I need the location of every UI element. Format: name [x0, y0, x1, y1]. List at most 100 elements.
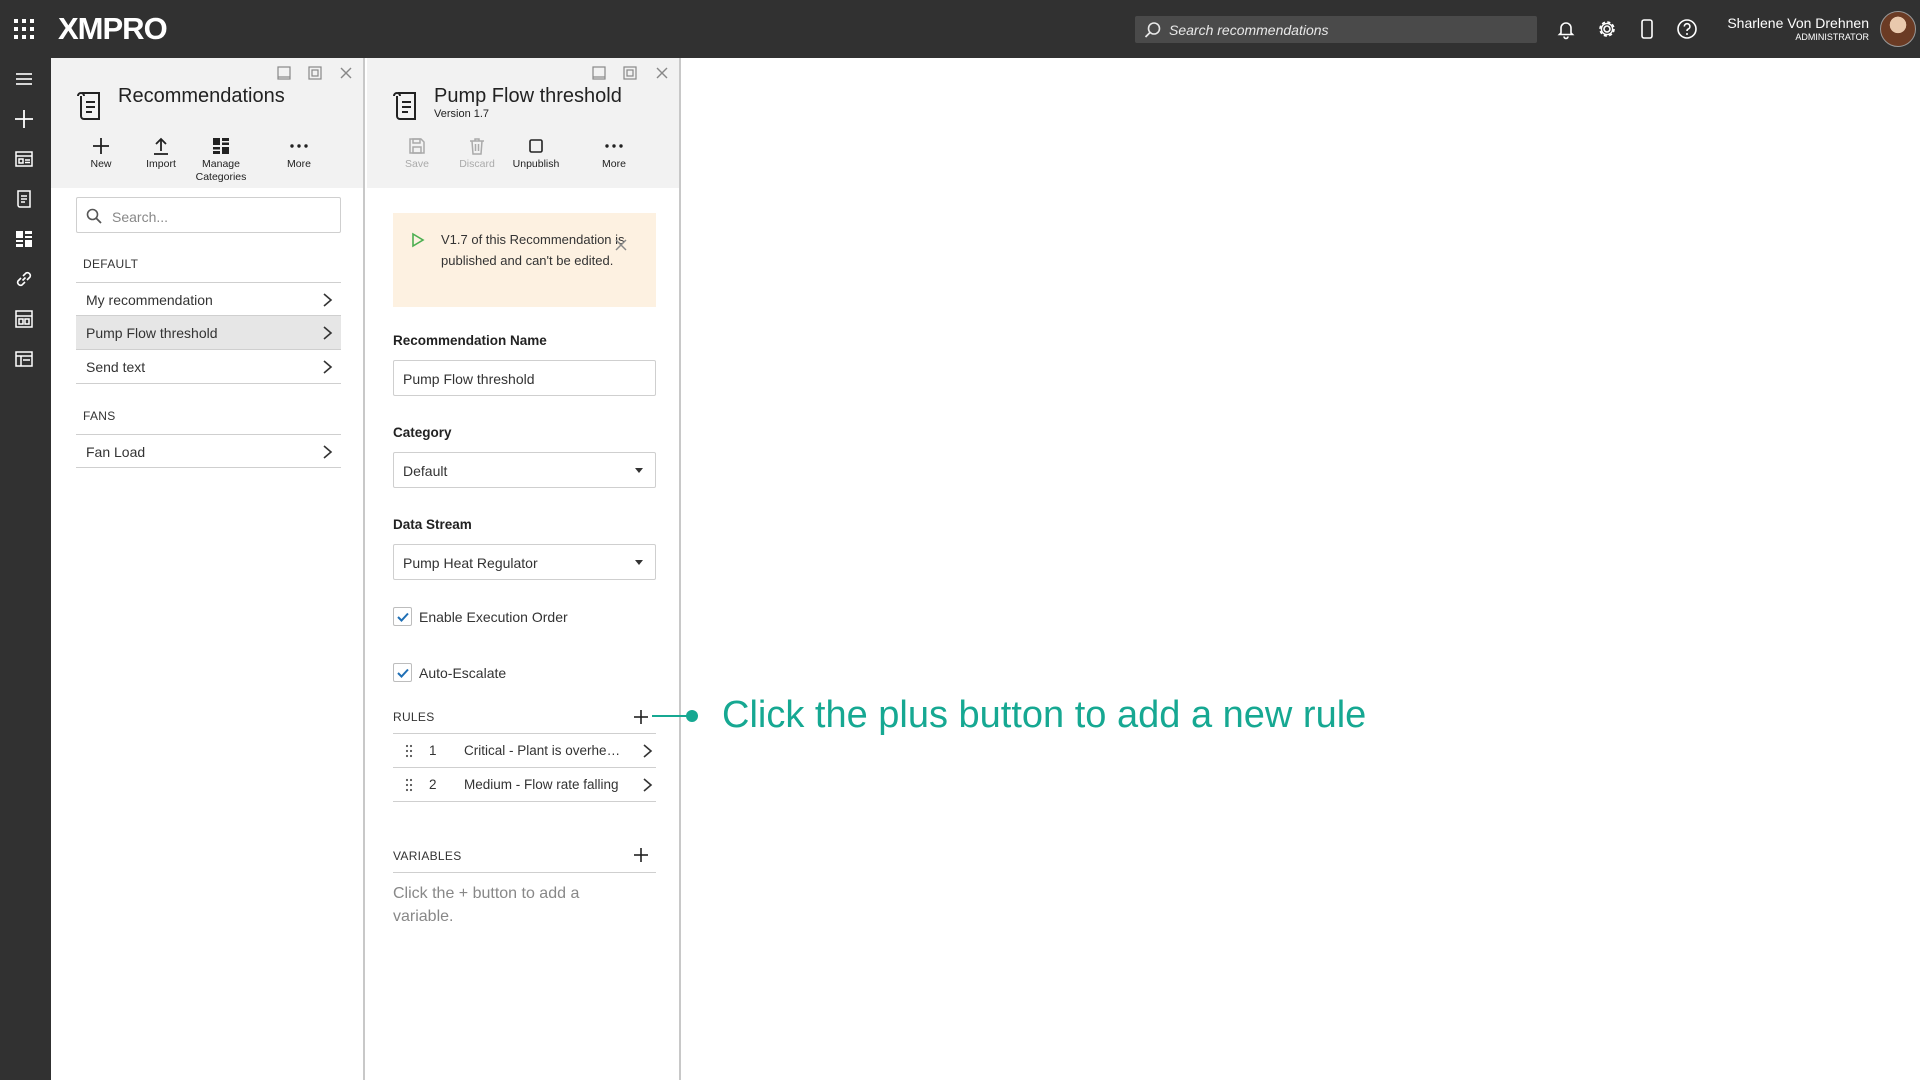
- manage-categories-button[interactable]: Manage Categories: [189, 136, 253, 184]
- minimize-icon[interactable]: [592, 66, 606, 80]
- recommendation-icon: [393, 92, 416, 120]
- import-label: Import: [146, 158, 176, 170]
- user-role: ADMINISTRATOR: [1795, 32, 1869, 42]
- close-icon[interactable]: [614, 238, 628, 252]
- variables-divider: [393, 872, 656, 873]
- drag-handle-icon[interactable]: [405, 744, 413, 758]
- menu-icon[interactable]: [13, 68, 35, 90]
- category-label: Category: [393, 425, 452, 440]
- recommendation-name-field[interactable]: Pump Flow threshold: [393, 360, 656, 396]
- unpublish-icon: [529, 139, 543, 153]
- avatar[interactable]: [1880, 11, 1916, 47]
- gear-icon[interactable]: [1596, 18, 1618, 40]
- global-search-placeholder: Search recommendations: [1169, 22, 1329, 38]
- chevron-right-icon: [323, 445, 333, 459]
- discard-label: Discard: [459, 158, 495, 170]
- dropdown-caret-icon: [635, 468, 643, 473]
- enable-execution-order-label: Enable Execution Order: [419, 609, 568, 625]
- checkmark-icon: [397, 612, 409, 622]
- category-value: Default: [403, 463, 448, 479]
- recommendation-name-value: Pump Flow threshold: [403, 371, 535, 387]
- list-item-label: Send text: [86, 359, 146, 375]
- list-item-label: Fan Load: [86, 444, 146, 460]
- search-placeholder: Search...: [112, 209, 169, 225]
- unpublish-label: Unpublish: [512, 158, 560, 170]
- left-nav-rail: X: [0, 58, 51, 1080]
- rules-section-label: RULES: [393, 710, 435, 724]
- drag-handle-icon[interactable]: [405, 778, 413, 792]
- recommendation-name-label: Recommendation Name: [393, 333, 547, 348]
- xmpro-logo[interactable]: XMPRO: [58, 12, 168, 46]
- data-stream-value: Pump Heat Regulator: [403, 555, 538, 571]
- list-item[interactable]: Pump Flow threshold: [76, 316, 341, 350]
- enable-execution-order-checkbox[interactable]: [393, 607, 412, 626]
- top-bar: XMPRO Search recommendations Sharlene Vo…: [0, 0, 1920, 58]
- link-icon[interactable]: [13, 268, 35, 290]
- panel-title: Pump Flow threshold: [434, 85, 622, 107]
- list-item[interactable]: Fan Load: [76, 434, 341, 468]
- search-icon: [86, 208, 102, 224]
- dashboard-icon[interactable]: [13, 228, 35, 250]
- panel-title: Recommendations: [118, 85, 285, 107]
- templates-icon[interactable]: [13, 348, 35, 370]
- more-button[interactable]: More: [582, 136, 646, 171]
- recommendations-search-input[interactable]: Search...: [76, 197, 341, 233]
- add-rule-button[interactable]: [632, 708, 650, 726]
- new-button[interactable]: New: [69, 136, 133, 171]
- manage-categories-label: Manage Categories: [195, 158, 247, 183]
- user-name[interactable]: Sharlene Von Drehnen: [1727, 15, 1869, 31]
- panel-header: Pump Flow threshold Version 1.7 Save Dis…: [367, 58, 679, 188]
- list-item[interactable]: Send text: [76, 350, 341, 384]
- global-search-input[interactable]: Search recommendations: [1135, 16, 1537, 43]
- new-label: New: [90, 158, 112, 170]
- data-stream-select[interactable]: Pump Heat Regulator: [393, 544, 656, 580]
- discard-button[interactable]: Discard: [445, 136, 509, 171]
- help-icon[interactable]: [1676, 18, 1698, 40]
- rule-label: Medium - Flow rate falling: [464, 777, 619, 792]
- close-icon[interactable]: [339, 66, 353, 80]
- bell-icon[interactable]: [1555, 18, 1577, 40]
- save-icon: [409, 138, 425, 154]
- more-button[interactable]: More: [267, 136, 331, 171]
- published-warning-banner: V1.7 of this Recommendation is published…: [393, 213, 656, 307]
- maximize-icon[interactable]: [308, 66, 322, 80]
- app-designer-icon[interactable]: [13, 148, 35, 170]
- maximize-icon[interactable]: [623, 66, 637, 80]
- rule-row[interactable]: 2 Medium - Flow rate falling: [393, 768, 656, 802]
- list-item-label: My recommendation: [86, 292, 213, 308]
- group-label-default: DEFAULT: [83, 257, 139, 271]
- add-variable-button[interactable]: [632, 846, 650, 864]
- save-button[interactable]: Save: [385, 136, 449, 171]
- upload-icon: [154, 137, 168, 155]
- add-icon[interactable]: [13, 108, 35, 130]
- category-select[interactable]: Default: [393, 452, 656, 488]
- list-item[interactable]: My recommendation: [76, 282, 341, 316]
- close-icon[interactable]: [655, 66, 669, 80]
- mobile-device-icon[interactable]: [1636, 18, 1658, 40]
- data-streams-icon[interactable]: [13, 308, 35, 330]
- checkmark-icon: [397, 668, 409, 678]
- recommendation-detail-panel: Pump Flow threshold Version 1.7 Save Dis…: [367, 58, 681, 1080]
- unpublish-button[interactable]: Unpublish: [504, 136, 568, 171]
- rule-label: Critical - Plant is overheating: [464, 743, 626, 758]
- trash-icon: [470, 138, 484, 155]
- recommendations-icon[interactable]: [13, 188, 35, 210]
- more-label: More: [602, 158, 626, 170]
- dropdown-caret-icon: [635, 560, 643, 565]
- version-label: Version 1.7: [434, 108, 490, 120]
- banner-text: V1.7 of this Recommendation is published…: [441, 232, 625, 268]
- play-icon: [412, 232, 425, 248]
- apps-grid-icon[interactable]: [14, 19, 34, 39]
- rule-number: 1: [429, 743, 437, 758]
- variables-section-label: VARIABLES: [393, 849, 462, 863]
- list-item-label: Pump Flow threshold: [86, 325, 218, 341]
- auto-escalate-checkbox[interactable]: [393, 663, 412, 682]
- import-button[interactable]: Import: [129, 136, 193, 171]
- categories-icon: [213, 138, 229, 154]
- minimize-icon[interactable]: [277, 66, 291, 80]
- chevron-right-icon: [643, 744, 653, 758]
- chevron-right-icon: [323, 360, 333, 374]
- group-label-fans: FANS: [83, 409, 116, 423]
- save-label: Save: [405, 158, 429, 170]
- rule-row[interactable]: 1 Critical - Plant is overheating: [393, 734, 656, 768]
